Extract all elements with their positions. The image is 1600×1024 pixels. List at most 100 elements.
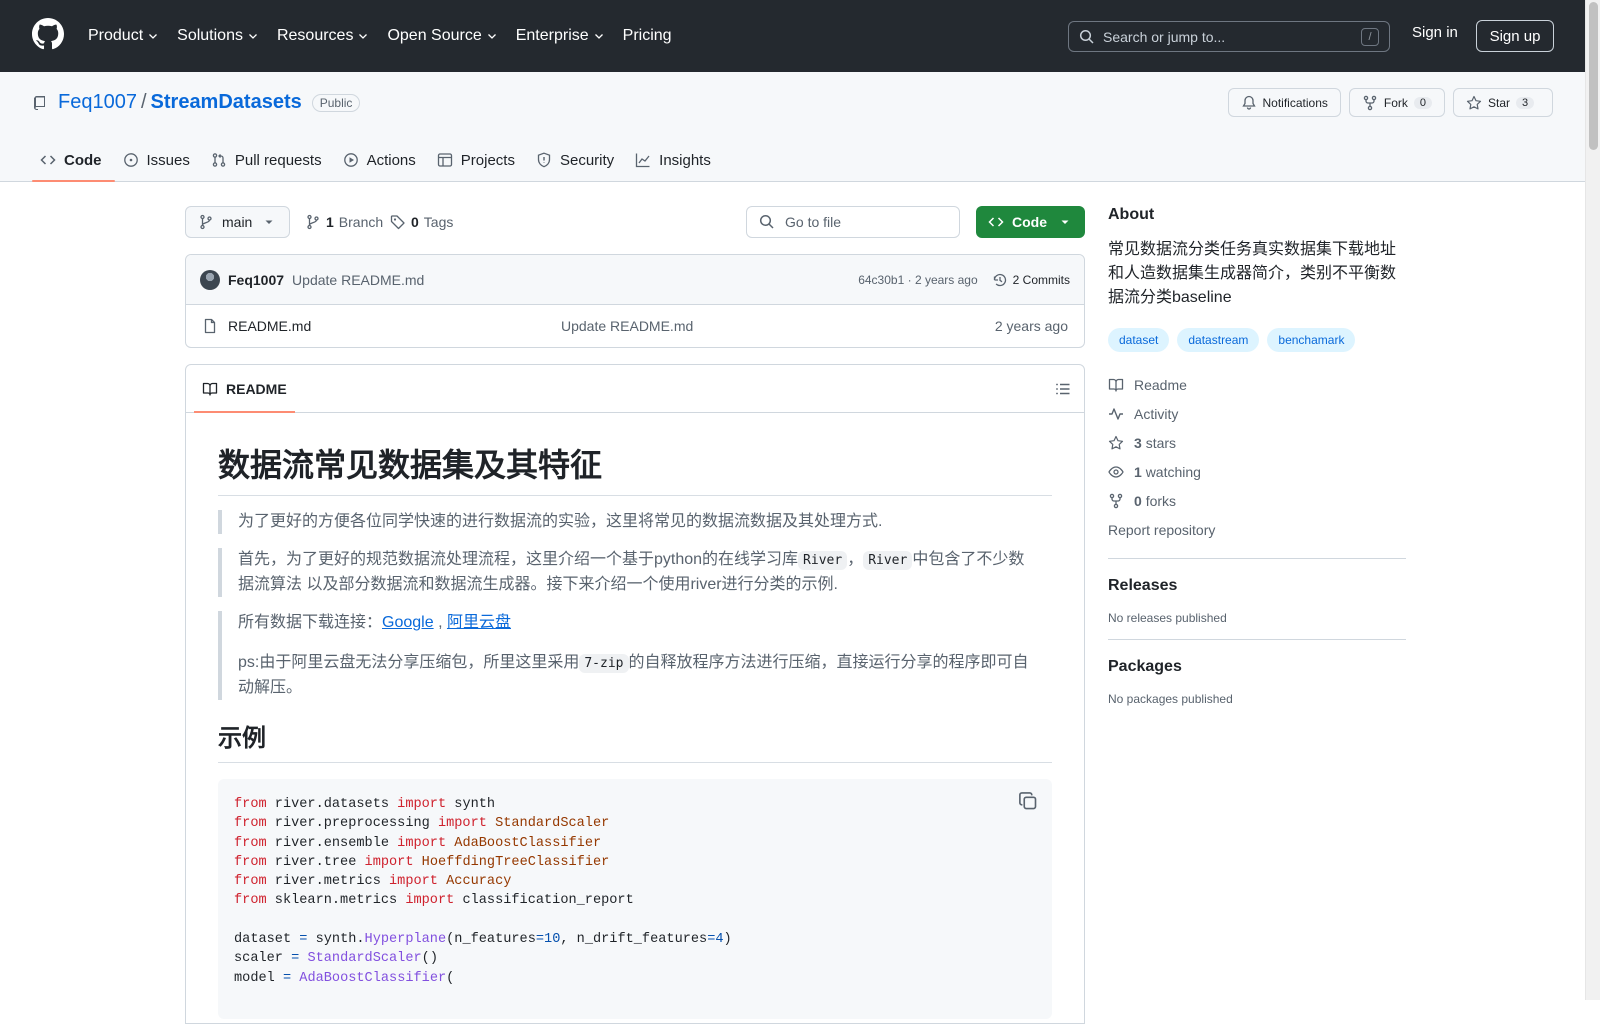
code-token: river.tree bbox=[266, 854, 365, 870]
repo-description: 常见数据流分类任务真实数据集下载地址和人造数据集生成器简介，类别不平衡数据流分类… bbox=[1108, 241, 1397, 306]
stars-link[interactable]: 3 stars bbox=[1108, 428, 1406, 457]
global-search-input[interactable]: Search or jump to... / bbox=[1068, 21, 1390, 52]
readme-tab[interactable]: README bbox=[194, 365, 295, 413]
watching-link[interactable]: 1 watching bbox=[1108, 457, 1406, 486]
tab-issues[interactable]: Issues bbox=[115, 138, 203, 182]
code-token: AdaBoostClassifier bbox=[299, 970, 447, 986]
play-icon bbox=[343, 153, 358, 167]
topic-tag[interactable]: benchamark bbox=[1267, 328, 1356, 352]
nav-product[interactable]: Product bbox=[88, 27, 167, 45]
notifications-button[interactable]: Notifications bbox=[1227, 88, 1341, 117]
tab-pull-requests[interactable]: Pull requests bbox=[203, 138, 335, 182]
table-row[interactable]: README.md Update README.md 2 years ago bbox=[186, 305, 1084, 347]
code-token: river.datasets bbox=[266, 797, 398, 812]
commit-sha-link[interactable]: 64c30b1 bbox=[858, 273, 904, 287]
code-line: from river.metrics import Accuracy bbox=[234, 872, 1036, 891]
activity-link[interactable]: Activity bbox=[1108, 399, 1406, 428]
tag-count: 0 bbox=[411, 214, 419, 230]
packages-heading[interactable]: Packages bbox=[1108, 658, 1406, 676]
nav-solutions[interactable]: Solutions bbox=[177, 27, 267, 45]
repo-name-link[interactable]: StreamDatasets bbox=[151, 91, 302, 114]
branches-link[interactable]: 1 Branch bbox=[305, 214, 383, 230]
avatar[interactable] bbox=[200, 269, 220, 290]
branch-name: main bbox=[222, 214, 253, 230]
packages-empty: No packages published bbox=[1108, 692, 1233, 706]
topic-tag[interactable]: datastream bbox=[1177, 328, 1260, 352]
aliyun-download-link[interactable]: 阿里云盘 bbox=[447, 614, 511, 631]
tab-security[interactable]: Security bbox=[528, 138, 627, 182]
code-token: from bbox=[234, 797, 267, 812]
star-button[interactable]: Star 3 bbox=[1453, 88, 1553, 117]
readme-tab-label: README bbox=[226, 381, 287, 397]
code-token: from bbox=[234, 893, 267, 909]
table-icon bbox=[437, 153, 452, 167]
releases-heading[interactable]: Releases bbox=[1108, 577, 1406, 595]
tab-projects[interactable]: Projects bbox=[429, 138, 528, 182]
scrollbar-thumb[interactable] bbox=[1589, 2, 1598, 150]
sign-in-link[interactable]: Sign in bbox=[1412, 24, 1458, 41]
sign-up-button[interactable]: Sign up bbox=[1476, 20, 1554, 52]
nav-enterprise[interactable]: Enterprise bbox=[516, 27, 613, 45]
readme-body: 数据流常见数据集及其特征 为了更好的方便各位同学快速的进行数据流的实验，这里将常… bbox=[186, 445, 1084, 1019]
blockquote: 所有数据下载连接：Google , 阿里云盘 ps:由于阿里云盘无法分享压缩包，… bbox=[218, 611, 1052, 700]
forks-link[interactable]: 0 forks bbox=[1108, 486, 1406, 515]
fork-button[interactable]: Fork 0 bbox=[1348, 88, 1445, 117]
commits-history-link[interactable]: 2 Commits bbox=[992, 272, 1070, 288]
tab-code[interactable]: Code bbox=[32, 138, 115, 182]
tab-label: Projects bbox=[460, 151, 515, 169]
nav-resources[interactable]: Resources bbox=[277, 27, 377, 45]
code-dropdown-button[interactable]: Code bbox=[976, 206, 1085, 238]
code-token: ) bbox=[723, 932, 732, 948]
tab-insights[interactable]: Insights bbox=[627, 138, 724, 182]
quote-paragraph: 首先，为了更好的规范数据流处理流程，这里介绍一个基于python的在线学习库 Ri… bbox=[238, 548, 1036, 597]
google-download-link[interactable]: Google bbox=[382, 614, 434, 631]
code-token: river.metrics bbox=[266, 874, 390, 890]
visibility-badge: Public bbox=[311, 93, 361, 112]
commit-author-link[interactable]: Feq1007 bbox=[228, 272, 284, 288]
sidebar: About 常见数据流分类任务真实数据集下载地址和人造数据集生成器简介，类别不平… bbox=[1108, 206, 1406, 706]
code-token: from bbox=[234, 854, 267, 870]
code-token: from bbox=[234, 816, 267, 832]
nav-open-source[interactable]: Open Source bbox=[387, 27, 505, 45]
issue-icon bbox=[123, 153, 138, 167]
page-scrollbar[interactable] bbox=[1585, 0, 1600, 1000]
repo-actions: Notifications Fork 0 Star 3 bbox=[1227, 88, 1553, 117]
tags-link[interactable]: 0 Tags bbox=[390, 214, 453, 230]
report-repository-link[interactable]: Report repository bbox=[1108, 515, 1406, 544]
shield-icon bbox=[537, 152, 551, 168]
branch-selector[interactable]: main bbox=[185, 206, 290, 238]
tab-label: Code bbox=[64, 151, 102, 169]
tab-actions[interactable]: Actions bbox=[335, 138, 429, 182]
readme-link[interactable]: Readme bbox=[1108, 370, 1406, 399]
file-commit-message[interactable]: Update README.md bbox=[561, 318, 693, 334]
code-line: model = AdaBoostClassifier( bbox=[234, 969, 1036, 988]
code-token: import bbox=[437, 816, 487, 832]
file-date: 2 years ago bbox=[994, 318, 1068, 334]
outline-button[interactable] bbox=[1048, 374, 1078, 404]
pull-request-icon bbox=[212, 153, 226, 167]
code-line: from river.tree import HoeffdingTreeClas… bbox=[234, 853, 1036, 872]
commit-message-link[interactable]: Update README.md bbox=[292, 272, 424, 288]
bell-icon bbox=[1241, 95, 1256, 110]
commit-time: 2 years ago bbox=[914, 272, 978, 287]
repo-icon bbox=[34, 95, 45, 110]
repo-owner-link[interactable]: Feq1007 bbox=[58, 91, 137, 114]
copy-icon[interactable] bbox=[1018, 791, 1038, 811]
stars-label: stars bbox=[1145, 434, 1177, 451]
github-logo-icon[interactable] bbox=[32, 18, 64, 50]
file-name-link[interactable]: README.md bbox=[228, 318, 311, 334]
about-heading: About bbox=[1108, 206, 1155, 223]
watching-label: watching bbox=[1145, 463, 1201, 480]
search-placeholder: Search or jump to... bbox=[1103, 28, 1226, 45]
list-icon bbox=[1056, 383, 1070, 395]
history-icon bbox=[993, 273, 1006, 286]
nav-pricing[interactable]: Pricing bbox=[623, 27, 680, 45]
topic-tag[interactable]: dataset bbox=[1108, 328, 1170, 352]
go-to-file-input[interactable]: Go to file bbox=[746, 206, 960, 238]
repo-header: Feq1007 / StreamDatasets Public Notifica… bbox=[0, 72, 1585, 182]
book-icon bbox=[202, 382, 218, 396]
pulse-icon bbox=[1109, 407, 1123, 420]
code-token: Hyperplane bbox=[364, 932, 447, 948]
